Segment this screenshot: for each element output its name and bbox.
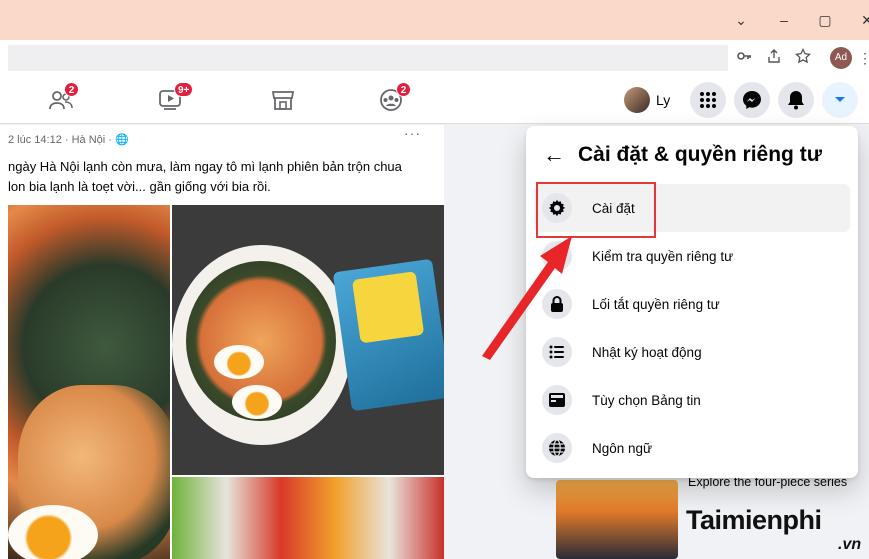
highlight-box [536, 182, 656, 238]
watermark-logo: Taimienphi [686, 505, 822, 535]
egg [8, 505, 98, 559]
menu-item-activity-log[interactable]: Nhật ký hoạt động [534, 328, 850, 376]
close-window-button[interactable]: ✕ [856, 10, 869, 30]
menu-title: Cài đặt & quyền riêng tư [578, 143, 822, 166]
post-photo[interactable] [8, 205, 170, 559]
list-icon [542, 337, 572, 367]
messenger-button[interactable] [734, 82, 770, 118]
lock-check-icon [542, 241, 572, 271]
menu-item-privacy-checkup[interactable]: Kiểm tra quyền riêng tư [534, 232, 850, 280]
post-photo[interactable] [172, 477, 444, 559]
menu-item-language[interactable]: Ngôn ngữ [534, 424, 850, 472]
browser-titlebar: ⌄ – ▢ ✕ [0, 0, 869, 40]
egg [214, 345, 264, 379]
profile-chip[interactable]: Ly [624, 86, 670, 114]
lock-icon [542, 289, 572, 319]
grid-icon [700, 92, 716, 108]
menu-item-feed-preferences[interactable]: Tùy chọn Bảng tin [534, 376, 850, 424]
friends-badge: 2 [64, 82, 79, 97]
menu-grid-button[interactable] [690, 82, 726, 118]
bell-icon [788, 91, 804, 110]
post-text-line: lon bia lạnh là toẹt vời... gần giống vớ… [8, 179, 271, 194]
chevron-down-icon [835, 97, 845, 102]
marketplace-nav-icon[interactable] [270, 88, 296, 112]
minimize-button[interactable]: – [773, 10, 795, 30]
menu-item-privacy-shortcuts[interactable]: Lối tắt quyền riêng tư [534, 280, 850, 328]
post-photo[interactable] [172, 205, 444, 475]
share-icon[interactable] [764, 48, 784, 68]
avatar [624, 87, 650, 113]
notifications-button[interactable] [778, 82, 814, 118]
menu-item-label: Kiểm tra quyền riêng tư [592, 248, 734, 264]
user-name: Ly [656, 92, 671, 108]
groups-nav-icon[interactable]: 2 [378, 82, 411, 112]
post-timestamp[interactable]: 2 lúc 14:12 · Hà Nội · 🌐 [8, 133, 129, 146]
key-icon[interactable] [734, 48, 754, 68]
back-arrow-icon[interactable]: ← [540, 141, 568, 169]
feed-post: 2 lúc 14:12 · Hà Nội · 🌐 ··· ngày Hà Nội… [0, 125, 444, 559]
browser-profile-avatar[interactable]: Ad [830, 47, 852, 69]
settings-privacy-menu: ← Cài đặt & quyền riêng tư Cài đặt Kiểm … [526, 126, 858, 478]
watermark-domain: .vn [838, 536, 862, 553]
address-bar[interactable] [8, 45, 728, 71]
post-text: ngày Hà Nội lạnh còn mưa, làm ngay tô mì… [8, 157, 438, 197]
friends-nav-icon[interactable]: 2 [48, 82, 79, 112]
facebook-top-nav: 2 9+ 2 Ly [0, 76, 869, 124]
post-options-icon[interactable]: ··· [404, 125, 421, 141]
tab-search-button[interactable]: ⌄ [730, 10, 752, 30]
menu-item-label: Tùy chọn Bảng tin [592, 392, 701, 408]
noodle-package [332, 258, 444, 412]
messenger-icon [743, 91, 761, 109]
globe-icon [542, 433, 572, 463]
menu-item-label: Lối tắt quyền riêng tư [592, 296, 720, 312]
account-menu-button[interactable] [822, 82, 858, 118]
menu-header: ← Cài đặt & quyền riêng tư [540, 140, 822, 170]
egg [232, 385, 282, 419]
watch-badge: 9+ [174, 82, 194, 97]
star-icon[interactable] [793, 47, 813, 68]
package-label [351, 271, 425, 344]
watch-nav-icon[interactable]: 9+ [158, 82, 194, 112]
menu-item-label: Nhật ký hoạt động [592, 344, 702, 360]
feed-icon [542, 385, 572, 415]
maximize-button[interactable]: ▢ [814, 10, 836, 30]
sponsored-image[interactable] [556, 480, 678, 559]
groups-badge: 2 [396, 82, 411, 97]
browser-menu-icon[interactable]: ⋮ [858, 48, 869, 68]
post-text-line: ngày Hà Nội lạnh còn mưa, làm ngay tô mì… [8, 159, 402, 174]
browser-toolbar [0, 40, 869, 76]
menu-item-label: Ngôn ngữ [592, 440, 653, 456]
